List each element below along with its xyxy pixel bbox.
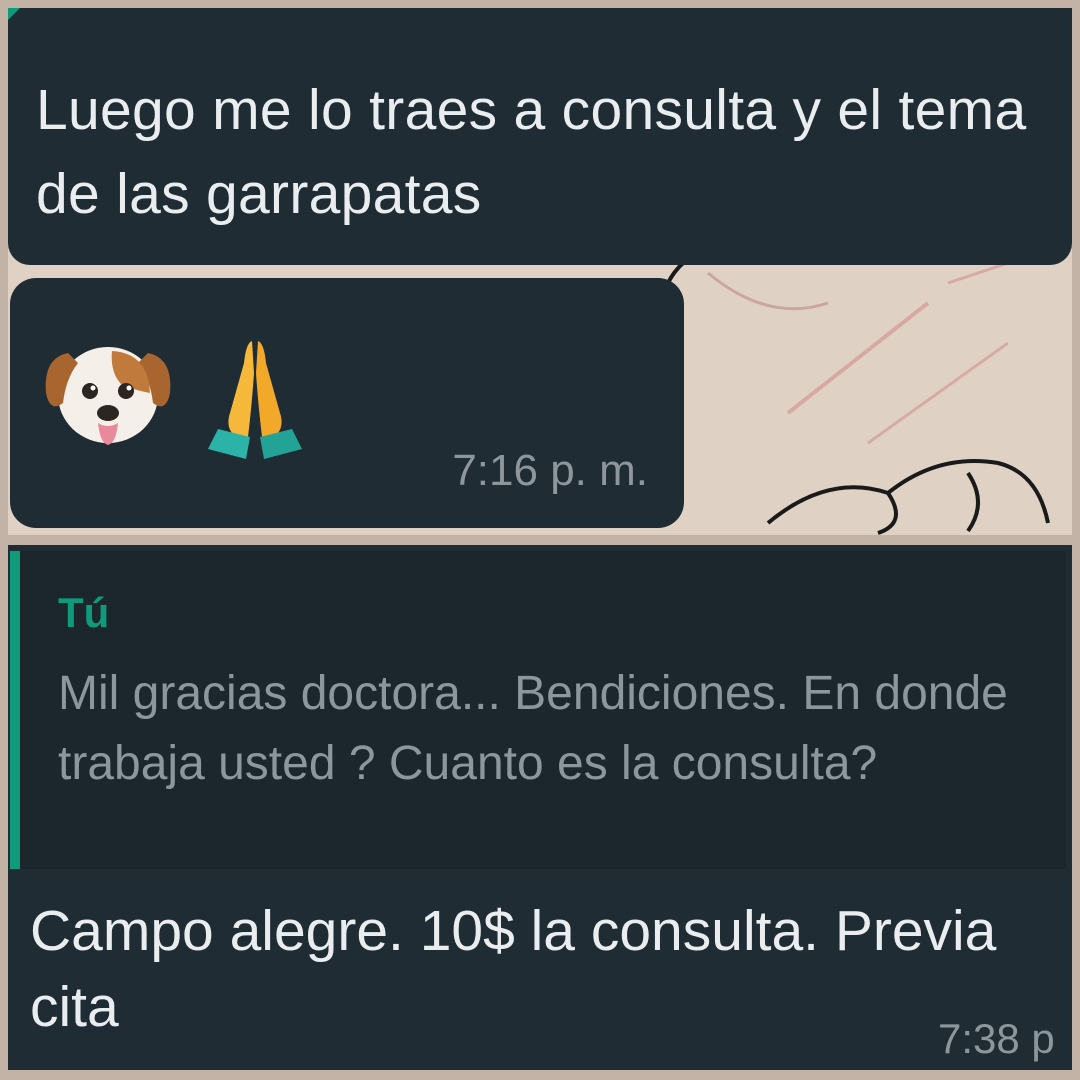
- message-text: Luego me lo traes a consulta y el tema d…: [36, 78, 1027, 226]
- chat-screenshot-bottom: Tú Mil gracias doctora... Bendiciones. E…: [8, 545, 1072, 1070]
- reply-message-text: Campo alegre. 10$ la consulta. Previa ci…: [30, 899, 997, 1039]
- quoted-text: Mil gracias doctora... Bendiciones. En d…: [58, 667, 1008, 790]
- incoming-emoji-bubble[interactable]: 7:16 p. m.: [10, 278, 684, 528]
- quoted-author: Tú: [58, 589, 110, 636]
- dog-face-icon: [38, 333, 178, 463]
- emoji-row: [38, 333, 310, 463]
- incoming-message-bubble[interactable]: Luego me lo traes a consulta y el tema d…: [8, 8, 1072, 265]
- bubble-tail: [8, 8, 20, 20]
- reply-timestamp: 7:38 p: [938, 1015, 1055, 1062]
- message-timestamp: 7:16 p. m.: [452, 446, 648, 495]
- chat-screenshot-top: Luego me lo traes a consulta y el tema d…: [8, 8, 1072, 535]
- quoted-message[interactable]: Tú Mil gracias doctora... Bendiciones. E…: [10, 551, 1066, 869]
- quote-accent-bar: [10, 551, 20, 869]
- folded-hands-icon: [200, 333, 310, 463]
